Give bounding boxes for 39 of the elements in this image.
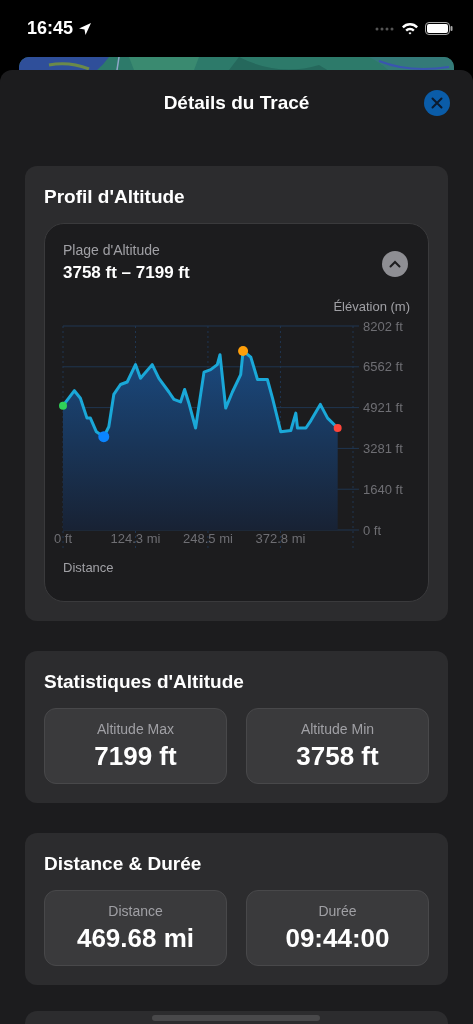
tick-label: 248.5 mi (183, 531, 233, 546)
tick-label: 372.8 mi (255, 531, 306, 546)
battery-icon (425, 22, 453, 35)
tick-label: 0 ft (53, 531, 73, 546)
axis-title: Distance (63, 560, 114, 575)
section-title: Statistiques d'Altitude (44, 671, 245, 693)
tick-label: 4921 ft (363, 400, 403, 416)
stat-label: Distance (108, 902, 163, 919)
tick-label: 1640 ft (363, 481, 403, 497)
stat-label: Altitude Max (96, 720, 174, 737)
low-point-marker (98, 431, 110, 443)
section-title: Distance & Durée (44, 853, 203, 875)
high-point-marker (238, 345, 249, 356)
stat-value: 09:44:00 (285, 922, 390, 954)
tick-label: 3281 ft (363, 440, 403, 456)
signal-icon (375, 26, 395, 31)
range-value: 3758 ft – 7199 ft (63, 263, 190, 283)
tick-label: 124.3 mi (110, 531, 161, 546)
stat-label: Altitude Min (300, 720, 375, 737)
stat-value: 3758 ft (296, 740, 379, 772)
chevron-up-icon (389, 260, 401, 268)
chevron-button[interactable] (382, 251, 408, 277)
wifi-icon (401, 22, 419, 35)
location-arrow-icon (78, 21, 93, 36)
stat-label: Durée (318, 902, 357, 919)
tick-label: 8202 ft (363, 318, 403, 334)
end-marker (333, 424, 342, 433)
status-time: 16:45 (27, 18, 74, 39)
stat-value: 469.68 mi (76, 922, 195, 954)
stat-value: 7199 ft (94, 740, 177, 772)
tick-label: 6562 ft (363, 359, 403, 375)
section-title: Profil d'Altitude (44, 186, 186, 208)
start-marker (59, 401, 67, 410)
close-icon (431, 97, 443, 109)
axis-title: Élévation (m) (332, 299, 410, 314)
close-button[interactable] (424, 90, 450, 116)
tick-label: 0 ft (363, 522, 382, 538)
sheet-title: Détails du Tracé (163, 92, 310, 114)
range-label: Plage d'Altitude (63, 242, 161, 258)
